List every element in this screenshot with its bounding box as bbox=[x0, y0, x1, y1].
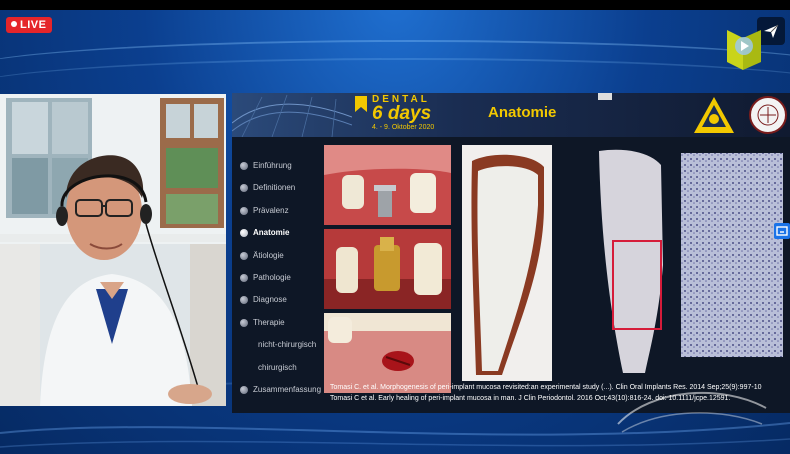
clinical-photo-image bbox=[324, 229, 451, 309]
speaker-video-frame bbox=[0, 94, 226, 406]
microscopy-images bbox=[587, 145, 787, 377]
slide-nav-label: Anatomie bbox=[253, 228, 290, 238]
nav-bullet-icon bbox=[240, 229, 248, 238]
nav-bullet-icon bbox=[240, 385, 248, 394]
presentation-slide: DENTAL 6 days 4. - 9. Oktober 2020 Anato… bbox=[232, 93, 790, 413]
slide-header: DENTAL 6 days 4. - 9. Oktober 2020 Anato… bbox=[232, 93, 790, 137]
clinical-photos bbox=[324, 145, 451, 393]
slide-nav-item: Therapie bbox=[238, 312, 324, 334]
slide-title: Anatomie bbox=[488, 104, 557, 121]
live-label: LIVE bbox=[20, 19, 47, 31]
nav-bullet-icon bbox=[240, 162, 248, 170]
nav-bullet-icon bbox=[240, 206, 248, 215]
small-tab bbox=[598, 93, 612, 100]
bottom-wave-decoration bbox=[0, 422, 790, 448]
nav-bullet-icon bbox=[240, 318, 248, 327]
slide-nav-label: Pathologie bbox=[253, 272, 291, 282]
clinical-photo-image bbox=[324, 145, 451, 225]
histology-section bbox=[462, 145, 552, 381]
slide-nav-label: Prävalenz bbox=[253, 205, 289, 215]
screen-share-icon bbox=[776, 226, 788, 236]
nav-bullet-icon bbox=[240, 184, 248, 193]
slide-nav-label: Therapie bbox=[253, 317, 285, 327]
slide-nav-item: Definitionen bbox=[238, 177, 324, 199]
nav-bullet-icon bbox=[240, 273, 248, 282]
triangle-logo-icon bbox=[694, 97, 734, 133]
wireframe-decoration bbox=[232, 94, 352, 137]
slide-nav-label: nicht-chirurgisch bbox=[258, 340, 317, 350]
slide-nav-item: nicht-chirurgisch bbox=[238, 334, 324, 356]
slide-nav-item: Ätiologie bbox=[238, 245, 324, 267]
slide-nav-label: chirurgisch bbox=[258, 362, 297, 372]
nav-bullet-icon bbox=[240, 251, 248, 260]
histology-image bbox=[462, 145, 552, 381]
clinical-photo-image bbox=[324, 313, 451, 393]
slide-nav-label: Definitionen bbox=[253, 183, 296, 193]
bookmark-logo-icon bbox=[355, 96, 367, 112]
slide-nav: Einführung Definitionen Prävalenz Anatomie Ä… bbox=[238, 155, 324, 401]
microscopy-image bbox=[599, 149, 783, 373]
top-black-bar bbox=[0, 0, 790, 10]
slide-nav-label: Zusammenfassung bbox=[253, 384, 322, 394]
slide-nav-label: Ätiologie bbox=[253, 250, 284, 260]
slide-nav-label: Diagnose bbox=[253, 295, 287, 305]
slide-nav-item: chirurgisch bbox=[238, 357, 324, 379]
live-dot-icon bbox=[11, 21, 17, 27]
slide-nav-item: Einführung bbox=[238, 155, 324, 177]
slide-nav-item: Pathologie bbox=[238, 267, 324, 289]
screen-share-button[interactable] bbox=[774, 223, 790, 239]
slide-nav-item: Anatomie bbox=[238, 222, 324, 244]
university-seal-icon bbox=[749, 96, 787, 134]
live-badge: LIVE bbox=[6, 17, 53, 33]
brand-date: 4. - 9. Oktober 2020 bbox=[372, 124, 435, 131]
clinical-photo bbox=[324, 145, 451, 225]
speaker-video bbox=[0, 94, 226, 406]
nav-bullet-icon bbox=[240, 296, 248, 305]
brand-main: 6 days bbox=[372, 103, 432, 124]
clinical-photo bbox=[324, 313, 451, 393]
clinical-photo bbox=[324, 229, 451, 309]
stream-stage: LIVE DENTAL 6 days 4. - 9. Oktober 2020 … bbox=[0, 0, 790, 454]
slide-nav-label: Einführung bbox=[253, 161, 292, 170]
brand-play-logo-icon bbox=[727, 30, 761, 70]
slide-nav-item: Prävalenz bbox=[238, 200, 324, 222]
slide-nav-item: Diagnose bbox=[238, 289, 324, 311]
slide-nav-item: Zusammenfassung bbox=[238, 379, 324, 401]
